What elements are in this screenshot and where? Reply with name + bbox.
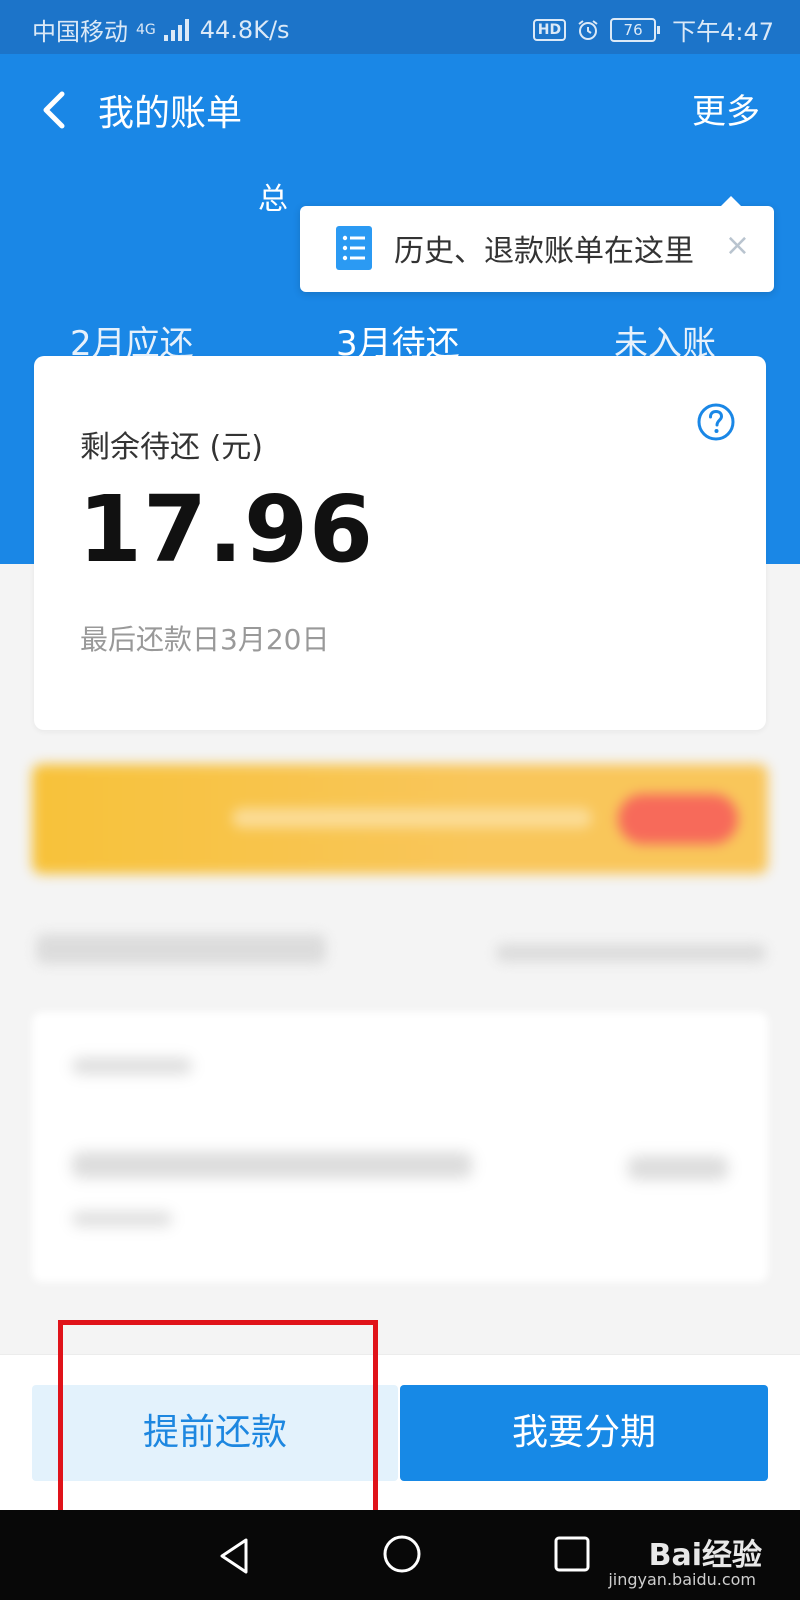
history-tooltip: 历史、退款账单在这里 × <box>300 196 774 292</box>
system-nav-bar: Bai经验 jingyan.baidu.com <box>0 1510 800 1600</box>
tooltip-text: 历史、退款账单在这里 <box>394 234 694 269</box>
network-speed: 44.8K/s <box>199 15 290 44</box>
blurred-section-title <box>36 934 326 964</box>
remaining-label: 剩余待还 (元) <box>80 430 263 465</box>
remaining-amount: 17.96 <box>78 476 375 583</box>
back-arrow-icon[interactable] <box>36 86 76 134</box>
list-doc-icon <box>336 226 372 270</box>
baidu-jingyan-watermark: Bai经验 <box>648 1538 762 1573</box>
signal-icon <box>163 18 189 41</box>
battery-icon: 76 <box>610 17 661 42</box>
blurred-detail-item <box>72 1152 472 1178</box>
close-icon[interactable]: × <box>725 228 750 263</box>
status-right: HD 76 下午4:47 <box>532 12 774 47</box>
balance-card: 剩余待还 (元) 17.96 最后还款日3月20日 <box>34 356 766 730</box>
carrier-name: 中国移动 <box>32 18 128 46</box>
nav-back-icon[interactable] <box>214 1534 258 1578</box>
network-type: 4G <box>136 21 156 38</box>
page-title: 我的账单 <box>98 93 243 134</box>
status-left: 中国移动 4G 44.8K/s <box>32 12 290 47</box>
installment-button[interactable]: 我要分期 <box>400 1385 768 1481</box>
help-icon[interactable] <box>696 402 736 442</box>
tooltip-arrow <box>720 196 742 207</box>
blurred-detail-sub <box>72 1212 172 1226</box>
promo-text-placeholder <box>232 808 592 828</box>
hd-icon: HD <box>532 18 567 41</box>
blurred-promo-banner[interactable] <box>32 764 768 874</box>
promo-action-placeholder <box>618 794 738 844</box>
status-bar: 中国移动 4G 44.8K/s HD 76 下午4:47 <box>0 0 800 54</box>
alarm-icon <box>578 19 598 40</box>
blurred-detail-card <box>32 1012 768 1282</box>
watermark-url: jingyan.baidu.com <box>608 1570 756 1589</box>
total-label-fragment: 总 <box>258 182 288 217</box>
due-date: 最后还款日3月20日 <box>80 623 330 656</box>
clock: 下午4:47 <box>672 18 774 46</box>
nav-home-icon[interactable] <box>380 1532 424 1576</box>
nav-recent-apps-icon[interactable] <box>552 1534 592 1574</box>
blurred-section-meta <box>496 944 766 962</box>
more-button[interactable]: 更多 <box>692 84 760 133</box>
highlight-annotation-box <box>58 1320 378 1530</box>
blurred-detail-amount <box>628 1156 728 1180</box>
blurred-detail-date <box>72 1058 192 1074</box>
